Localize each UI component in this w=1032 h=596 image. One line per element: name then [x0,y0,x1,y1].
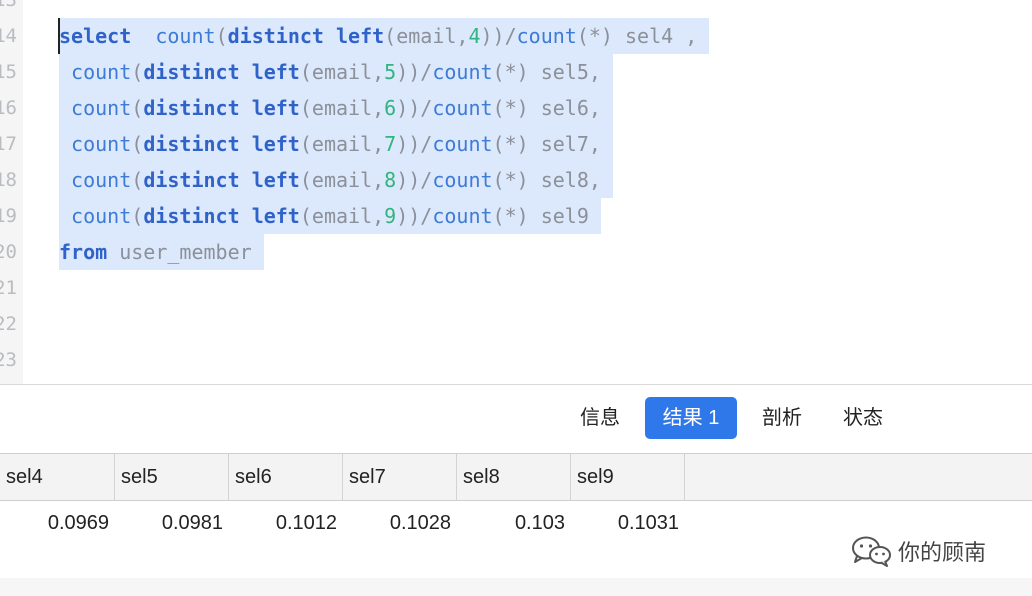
code-line: count(distinct left(email,9))/count(*) s… [59,198,601,234]
sql-keyword: left [335,24,385,48]
sql-number: 8 [384,168,397,192]
sql-editor[interactable]: 13 14 15 16 17 18 19 20 21 22 23 select … [0,0,1032,384]
sql-text: ( [131,168,144,192]
sql-text: (*) sel7, [492,132,601,156]
column-header-sel8[interactable]: sel8 [457,454,571,500]
result-grid[interactable]: sel4 sel5 sel6 sel7 sel8 sel9 0.0969 0.0… [0,453,1032,596]
grid-header: sel4 sel5 sel6 sel7 sel8 sel9 [0,453,1032,501]
sql-keyword: select [59,24,132,48]
code-line: from user_member [59,234,264,270]
selection-highlight: count(distinct left(email,9))/count(*) s… [59,198,601,234]
sql-text: (*) sel5, [492,60,601,84]
sql-keyword: distinct [143,96,240,120]
watermark-text: 你的顾南 [898,540,987,565]
selection-highlight: count(distinct left(email,5))/count(*) s… [59,54,613,90]
sql-text: (email, [299,96,385,120]
selection-highlight: count(distinct left(email,6))/count(*) s… [59,90,613,126]
sql-number: 6 [384,96,397,120]
tab-status[interactable]: 状态 [829,397,897,439]
sql-text: (*) sel4 , [576,24,698,48]
cell-sel5[interactable]: 0.0981 [115,501,229,545]
code-line: count(distinct left(email,5))/count(*) s… [59,54,613,90]
column-header-sel4[interactable]: sel4 [0,454,115,500]
grid-empty-row [0,578,1032,596]
sql-function: count [71,204,132,228]
sql-function: count [432,132,493,156]
code-line: count(distinct left(email,8))/count(*) s… [59,162,613,198]
column-header-sel6[interactable]: sel6 [229,454,343,500]
tab-info[interactable]: 信息 [566,397,634,439]
column-header-sel9[interactable]: sel9 [571,454,685,500]
code-area[interactable]: select count(distinct left(email,4))/cou… [0,0,1032,384]
sql-function: count [432,60,493,84]
sql-text: (email, [299,204,385,228]
selection-highlight: select count(distinct left(email,4))/cou… [59,18,710,54]
sql-function: count [432,204,493,228]
sql-text: (*) sel9 [492,204,589,228]
sql-text: ( [131,96,144,120]
sql-text: (email, [299,132,385,156]
cell-sel9[interactable]: 0.1031 [571,501,685,545]
sql-text: (*) sel6, [492,96,601,120]
sql-text: ))/ [396,60,433,84]
sql-keyword: distinct [227,24,324,48]
sql-function: count [71,132,132,156]
selection-highlight: count(distinct left(email,7))/count(*) s… [59,126,613,162]
code-line: count(distinct left(email,6))/count(*) s… [59,90,613,126]
result-tabs: 信息 结果 1 剖析 状态 [0,385,1032,453]
sql-number: 9 [384,204,397,228]
cell-sel8[interactable]: 0.103 [457,501,571,545]
sql-text: (*) sel8, [492,168,601,192]
sql-keyword: left [251,204,300,228]
sql-text: ))/ [396,96,433,120]
sql-function: count [516,24,577,48]
sql-function: count [71,60,132,84]
watermark: 你的顾南 [850,533,986,569]
sql-text: ))/ [396,132,433,156]
sql-keyword: distinct [143,168,240,192]
tab-profile[interactable]: 剖析 [748,397,816,439]
sql-keyword: left [251,132,300,156]
sql-text: (email, [384,24,469,48]
column-header-sel5[interactable]: sel5 [115,454,229,500]
sql-keyword: left [251,168,300,192]
cell-sel6[interactable]: 0.1012 [229,501,343,545]
sql-text: ( [131,132,144,156]
selection-highlight: from user_member [59,234,264,270]
sql-function: count [71,168,132,192]
column-header-sel7[interactable]: sel7 [343,454,457,500]
sql-text: ( [131,204,144,228]
sql-text: ))/ [480,24,517,48]
sql-keyword: from [59,240,108,264]
sql-function: count [432,168,493,192]
sql-keyword: distinct [143,204,240,228]
sql-function: count [155,24,216,48]
selection-highlight: count(distinct left(email,8))/count(*) s… [59,162,613,198]
sql-text: ( [131,60,144,84]
sql-text: (email, [299,60,385,84]
sql-number: 4 [468,24,481,48]
cell-sel7[interactable]: 0.1028 [343,501,457,545]
sql-text: ))/ [396,204,433,228]
code-line: count(distinct left(email,7))/count(*) s… [59,126,613,162]
sql-keyword: left [251,96,300,120]
sql-keyword: distinct [143,132,240,156]
code-line: select count(distinct left(email,4))/cou… [59,18,710,54]
sql-text: user_member [119,240,252,264]
tab-result-1[interactable]: 结果 1 [645,397,737,439]
sql-text: ( [215,24,228,48]
sql-keyword: left [251,60,300,84]
sql-function: count [71,96,132,120]
sql-keyword: distinct [143,60,240,84]
text-cursor [58,18,60,54]
sql-text: ))/ [396,168,433,192]
cell-sel4[interactable]: 0.0969 [0,501,115,545]
sql-function: count [432,96,493,120]
sql-number: 5 [384,60,397,84]
sql-number: 7 [384,132,397,156]
sql-text: (email, [299,168,385,192]
wechat-icon [852,536,891,567]
